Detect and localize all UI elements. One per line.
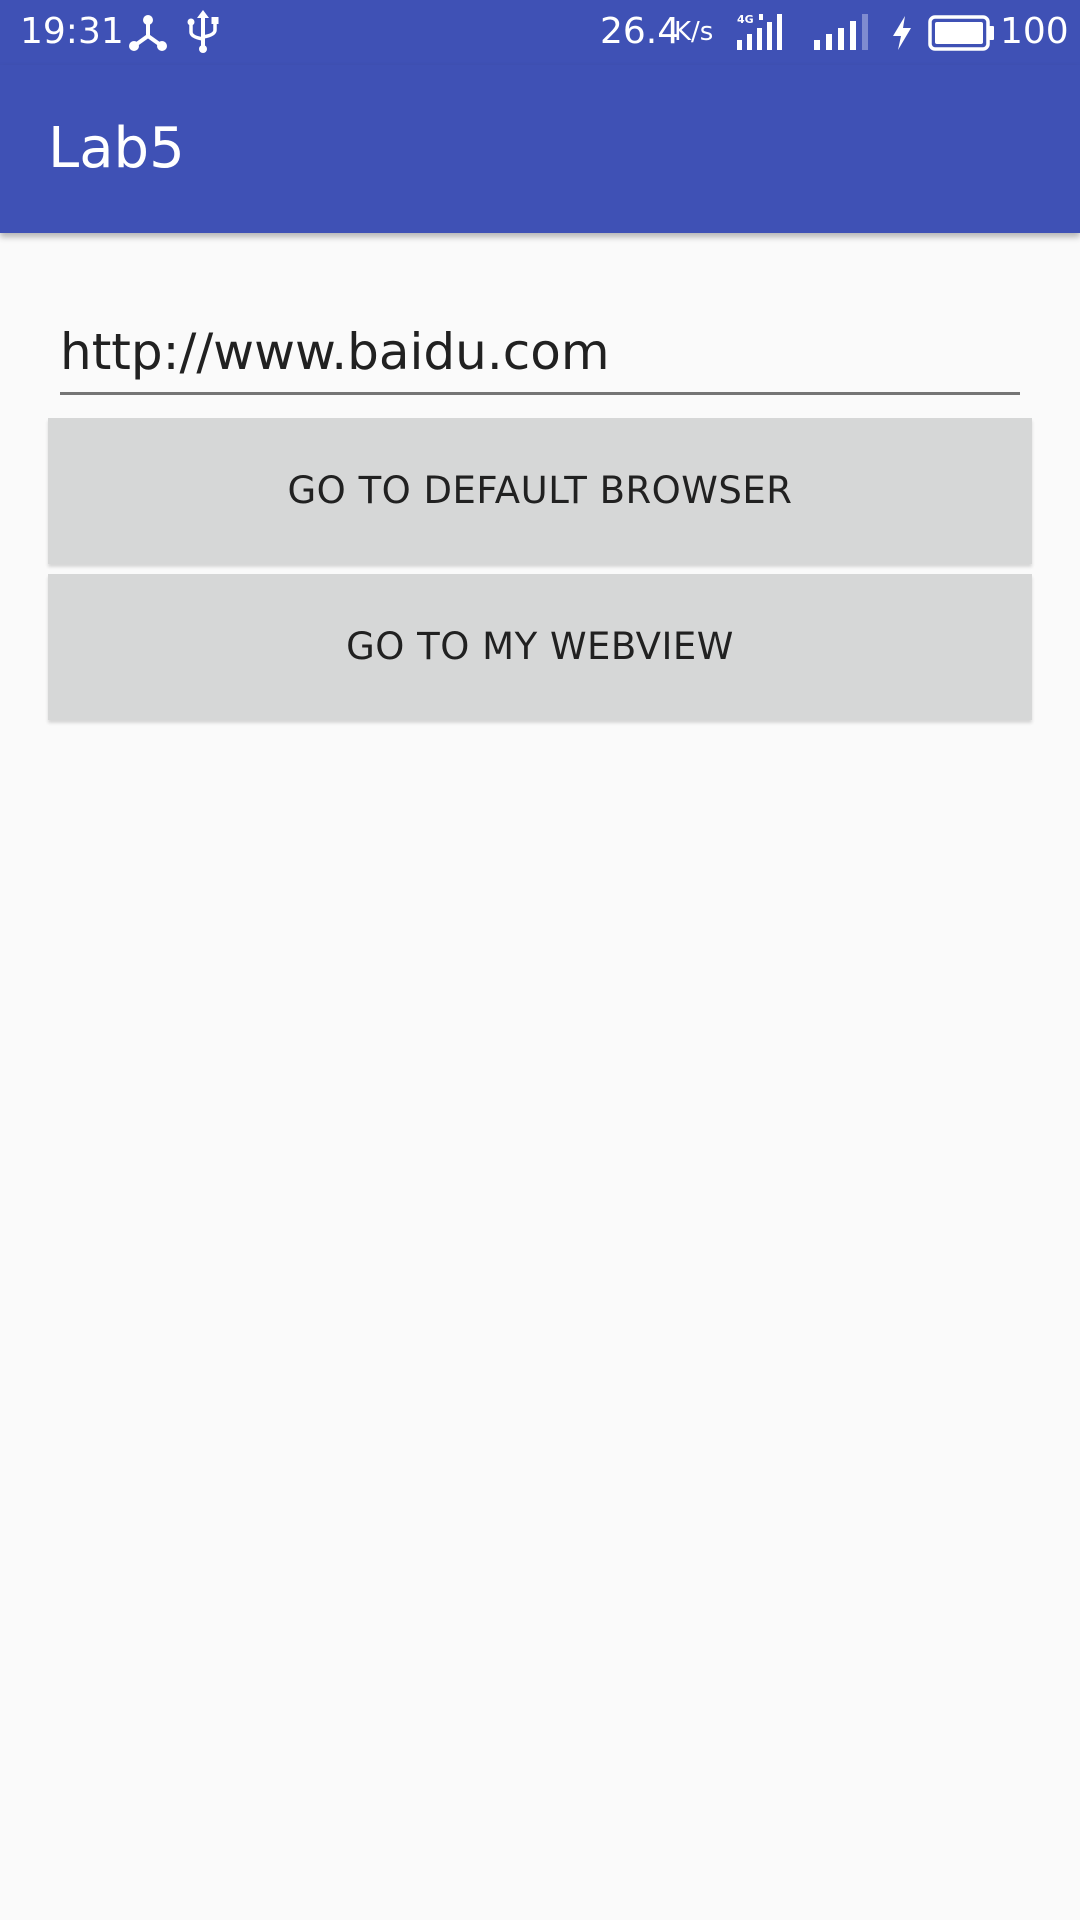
network-speed: 26.4 (600, 11, 681, 52)
battery-level: 100 (1000, 11, 1069, 52)
app-bar: Lab5 (0, 65, 1080, 233)
usb-icon (187, 10, 219, 53)
network-type-label: 4G (737, 13, 754, 26)
share-icon (129, 15, 167, 51)
signal-4g-icon: 4G (737, 13, 782, 50)
go-to-default-browser-button[interactable]: GO TO DEFAULT BROWSER (48, 418, 1032, 564)
battery-icon (928, 15, 994, 51)
app-title: Lab5 (48, 116, 185, 181)
status-bar: 19:31 26.4 K/s 4G 100 (0, 0, 1080, 65)
url-input[interactable] (60, 312, 1020, 395)
signal-icon (814, 14, 868, 50)
network-speed-unit: K/s (674, 17, 714, 47)
charging-icon (893, 16, 911, 50)
status-time: 19:31 (20, 11, 124, 52)
go-to-my-webview-button[interactable]: GO TO MY WEBVIEW (48, 574, 1032, 720)
